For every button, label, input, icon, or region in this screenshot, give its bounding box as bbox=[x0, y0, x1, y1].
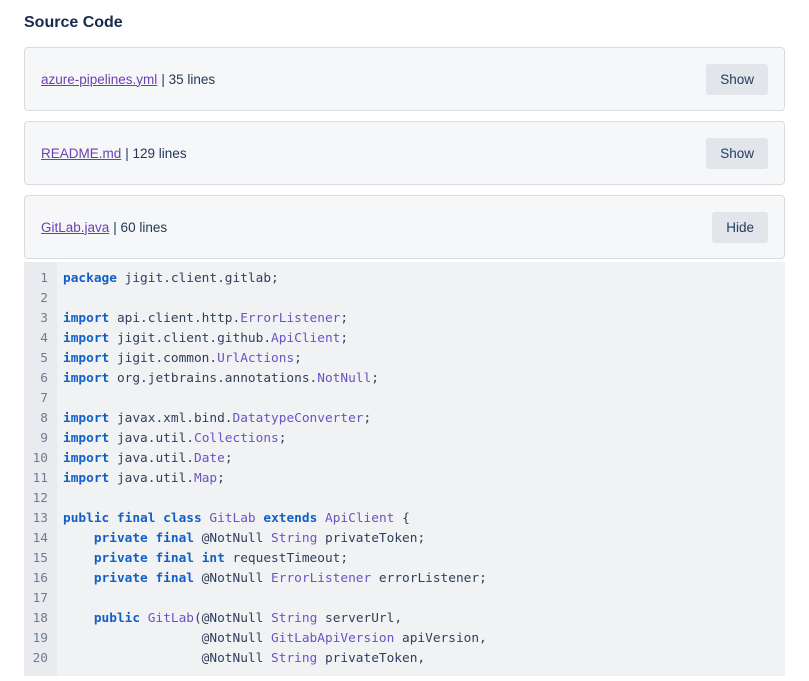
code-text bbox=[57, 589, 63, 609]
code-line: 2 bbox=[24, 289, 785, 309]
code-line: 9import java.util.Collections; bbox=[24, 429, 785, 449]
line-number: 19 bbox=[24, 629, 57, 649]
code-line: 20 @NotNull String privateToken, bbox=[24, 649, 785, 669]
line-number: 11 bbox=[24, 469, 57, 489]
code-line: 19 @NotNull GitLabApiVersion apiVersion, bbox=[24, 629, 785, 649]
line-number: 13 bbox=[24, 509, 57, 529]
hide-button[interactable]: Hide bbox=[712, 212, 768, 243]
code-text: private final @NotNull String privateTok… bbox=[57, 529, 425, 549]
code-line: 4import jigit.client.github.ApiClient; bbox=[24, 329, 785, 349]
line-number: 3 bbox=[24, 309, 57, 329]
line-number: 14 bbox=[24, 529, 57, 549]
line-number: 7 bbox=[24, 389, 57, 409]
line-number: 18 bbox=[24, 609, 57, 629]
code-text: import java.util.Map; bbox=[57, 469, 225, 489]
code-text: import api.client.http.ErrorListener; bbox=[57, 309, 348, 329]
code-line: 1package jigit.client.gitlab; bbox=[24, 269, 785, 289]
code-text: import jigit.common.UrlActions; bbox=[57, 349, 302, 369]
code-line: 18 public GitLab(@NotNull String serverU… bbox=[24, 609, 785, 629]
file-label: README.md | 129 lines bbox=[41, 146, 187, 161]
file-card-gitlab: GitLab.java | 60 lines Hide bbox=[24, 195, 785, 259]
code-text: @NotNull GitLabApiVersion apiVersion, bbox=[57, 629, 487, 649]
code-line: 14 private final @NotNull String private… bbox=[24, 529, 785, 549]
code-line: 15 private final int requestTimeout; bbox=[24, 549, 785, 569]
code-text: import java.util.Collections; bbox=[57, 429, 286, 449]
line-number: 4 bbox=[24, 329, 57, 349]
line-number: 2 bbox=[24, 289, 57, 309]
line-number: 5 bbox=[24, 349, 57, 369]
line-number: 6 bbox=[24, 369, 57, 389]
line-number: 20 bbox=[24, 649, 57, 669]
code-text: import javax.xml.bind.DatatypeConverter; bbox=[57, 409, 371, 429]
file-link[interactable]: GitLab.java bbox=[41, 220, 109, 235]
file-label: GitLab.java | 60 lines bbox=[41, 220, 167, 235]
code-block: 1package jigit.client.gitlab;23import ap… bbox=[24, 262, 785, 676]
file-section-gitlab: GitLab.java | 60 lines Hide 1package jigi… bbox=[24, 195, 785, 676]
code-text bbox=[57, 489, 63, 509]
file-card-readme: README.md | 129 lines Show bbox=[24, 121, 785, 185]
file-label: azure-pipelines.yml | 35 lines bbox=[41, 72, 215, 87]
code-text: import jigit.client.github.ApiClient; bbox=[57, 329, 348, 349]
code-line: 17 bbox=[24, 589, 785, 609]
show-button[interactable]: Show bbox=[706, 64, 768, 95]
code-line: 8import javax.xml.bind.DatatypeConverter… bbox=[24, 409, 785, 429]
code-line: 10import java.util.Date; bbox=[24, 449, 785, 469]
page-container: Source Code azure-pipelines.yml | 35 line… bbox=[24, 13, 785, 676]
code-line: 16 private final @NotNull ErrorListener … bbox=[24, 569, 785, 589]
code-line: 11import java.util.Map; bbox=[24, 469, 785, 489]
code-line: 3import api.client.http.ErrorListener; bbox=[24, 309, 785, 329]
code-text: @NotNull String privateToken, bbox=[57, 649, 425, 669]
code-line: 5import jigit.common.UrlActions; bbox=[24, 349, 785, 369]
code-line: 7 bbox=[24, 389, 785, 409]
code-text: public GitLab(@NotNull String serverUrl, bbox=[57, 609, 402, 629]
code-text: private final @NotNull ErrorListener err… bbox=[57, 569, 487, 589]
page-title: Source Code bbox=[24, 13, 785, 32]
code-text: import java.util.Date; bbox=[57, 449, 233, 469]
line-number: 10 bbox=[24, 449, 57, 469]
code-text bbox=[57, 389, 63, 409]
line-number: 15 bbox=[24, 549, 57, 569]
file-line-count: | 60 lines bbox=[113, 220, 167, 235]
code-line: 12 bbox=[24, 489, 785, 509]
line-number: 17 bbox=[24, 589, 57, 609]
code-line: 13public final class GitLab extends ApiC… bbox=[24, 509, 785, 529]
code-line: 6import org.jetbrains.annotations.NotNul… bbox=[24, 369, 785, 389]
file-link[interactable]: README.md bbox=[41, 146, 121, 161]
code-text: package jigit.client.gitlab; bbox=[57, 269, 279, 289]
line-number: 8 bbox=[24, 409, 57, 429]
line-number: 1 bbox=[24, 269, 57, 289]
code-text: private final int requestTimeout; bbox=[57, 549, 348, 569]
line-number: 12 bbox=[24, 489, 57, 509]
show-button[interactable]: Show bbox=[706, 138, 768, 169]
code-text: public final class GitLab extends ApiCli… bbox=[57, 509, 410, 529]
code-text bbox=[57, 289, 63, 309]
file-line-count: | 129 lines bbox=[125, 146, 186, 161]
code-text: import org.jetbrains.annotations.NotNull… bbox=[57, 369, 379, 389]
line-number: 16 bbox=[24, 569, 57, 589]
file-link[interactable]: azure-pipelines.yml bbox=[41, 72, 157, 87]
file-card-azure-pipelines: azure-pipelines.yml | 35 lines Show bbox=[24, 47, 785, 111]
line-number: 9 bbox=[24, 429, 57, 449]
file-line-count: | 35 lines bbox=[161, 72, 215, 87]
